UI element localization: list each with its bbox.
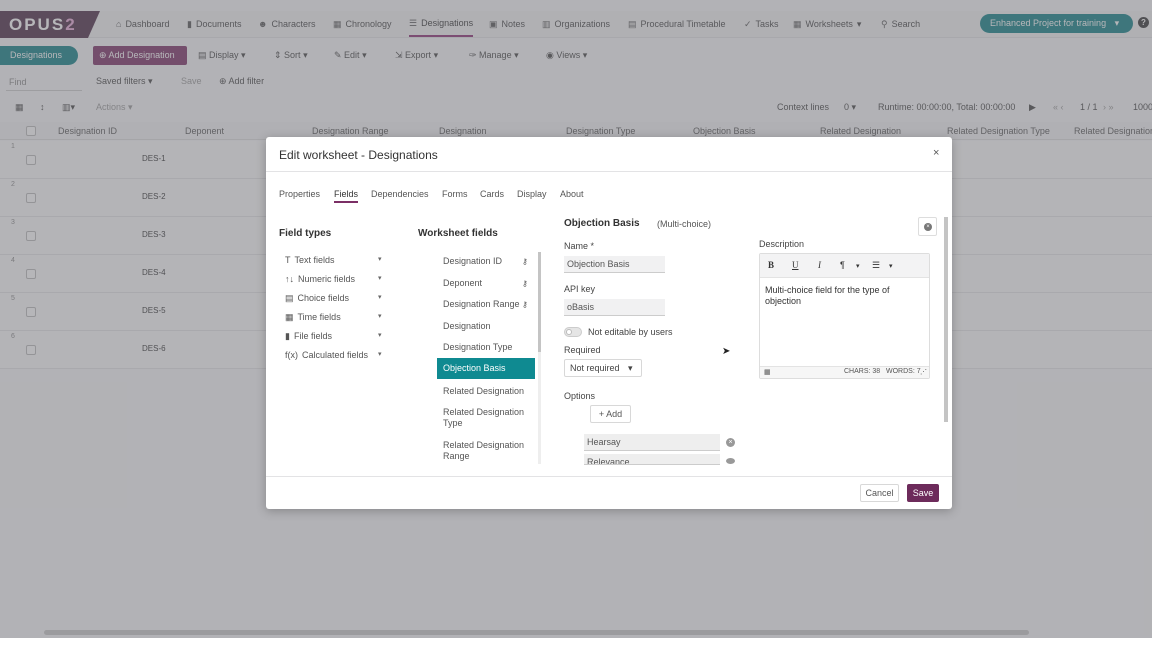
function-icon: f(x) [285,350,298,360]
divider [266,476,952,477]
close-icon[interactable]: × [933,147,939,159]
list-icon[interactable]: ☰ [872,260,880,271]
status-icon: ▦ [764,369,771,376]
required-select[interactable]: Not required ▾ [564,359,642,377]
scrollbar-thumb[interactable] [944,217,948,422]
editor-footer: ▦ CHARS: 38 WORDS: 7 ⋰ [760,366,929,378]
chars-count: CHARS: 38 [844,368,881,375]
calendar-icon: ▦ [285,311,294,322]
words-count: WORDS: 7 [886,368,921,375]
list-item[interactable]: Deponent ⚷ [437,278,535,289]
not-editable-toggle[interactable] [564,327,582,337]
remove-option-icon[interactable]: × [726,438,735,447]
cancel-button[interactable]: Cancel [860,484,899,502]
remove-field-button[interactable]: × [918,217,937,236]
tab-fields[interactable]: Fields [334,189,359,203]
key-icon: ⚷ [522,300,528,309]
chevron-down-icon: ▾ [378,313,382,320]
list-item[interactable]: Designation [437,321,535,332]
paragraph-icon[interactable]: ¶ [840,260,845,270]
modal-title: Edit worksheet - Designations [279,148,438,162]
list-item[interactable]: Designation Type [437,342,535,353]
tab-dependencies[interactable]: Dependencies [371,189,429,199]
editor-toolbar: B U I ¶ ▾ ☰ ▾ [760,254,929,278]
scrollbar-thumb[interactable] [538,252,541,352]
tab-cards[interactable]: Cards [480,189,504,199]
field-type-calculated[interactable]: f(x) Calculated fields ▾ [285,348,385,362]
field-type-label: (Multi-choice) [657,219,712,229]
chevron-down-icon: ▾ [378,275,382,282]
api-key-label: API key [564,284,596,294]
list-item[interactable]: Related Designation Type [437,407,529,429]
tab-display[interactable]: Display [517,189,547,199]
list-item[interactable]: Related Designation Range [437,440,529,462]
description-text[interactable]: Multi-choice field for the type of objec… [765,285,920,307]
field-types-heading: Field types [279,228,332,239]
key-icon: ⚷ [522,257,528,266]
field-type-time[interactable]: ▦ Time fields ▾ [285,310,385,324]
chevron-down-icon[interactable]: ▾ [889,262,893,270]
tab-about[interactable]: About [560,189,584,199]
required-label: Required [564,345,601,355]
close-circle-icon: × [924,223,932,231]
worksheet-fields-heading: Worksheet fields [418,228,498,239]
save-button[interactable]: Save [907,484,939,502]
italic-icon[interactable]: I [818,260,821,270]
bold-icon[interactable]: B [768,260,774,270]
text-icon: T [285,255,291,265]
file-icon: ▮ [285,330,290,341]
remove-option-icon[interactable] [726,458,735,464]
chevron-down-icon[interactable]: ▾ [856,262,860,270]
add-option-button[interactable]: + Add [590,405,631,423]
chevron-down-icon: ▾ [378,332,382,339]
option-field[interactable]: Relevance [584,454,720,465]
api-key-field[interactable]: oBasis [564,299,665,316]
edit-worksheet-modal: Edit worksheet - Designations × Properti… [266,137,952,509]
field-type-choice[interactable]: ▤ Choice fields ▾ [285,291,385,305]
toggle-label: Not editable by users [588,327,673,337]
chevron-down-icon: ▾ [378,351,382,358]
field-type-file[interactable]: ▮ File fields ▾ [285,329,385,343]
list-item[interactable]: Related Designation [437,386,535,397]
list-item[interactable]: Designation ID ⚷ [437,256,535,267]
numeric-icon: ↑↓ [285,274,294,284]
description-label: Description [759,239,805,249]
choice-icon: ▤ [285,292,294,303]
field-detail-title: Objection Basis [564,218,640,229]
chevron-down-icon: ▾ [378,294,382,301]
app-background: OPUS2 ⌂Dashboard ▮Documents ☻Characters … [0,0,1152,638]
name-field[interactable]: Objection Basis [564,256,665,273]
tab-forms[interactable]: Forms [442,189,468,199]
key-icon: ⚷ [522,279,528,288]
name-label: Name * [564,241,595,251]
chevron-down-icon: ▾ [378,256,382,263]
list-item[interactable]: Designation Range ⚷ [437,299,535,310]
worksheet-fields-list: Designation ID ⚷ Deponent ⚷ Designation Ra… [437,252,537,462]
field-type-numeric[interactable]: ↑↓ Numeric fields ▾ [285,272,385,286]
underline-icon[interactable]: U [792,260,799,270]
field-type-text[interactable]: T Text fields ▾ [285,253,385,267]
fields-scrollbar[interactable] [538,252,541,464]
divider [266,171,952,172]
tab-properties[interactable]: Properties [279,189,320,199]
resize-handle-icon[interactable]: ⋰ [920,368,927,376]
toggle-knob [566,329,572,335]
detail-scrollbar[interactable] [944,217,948,422]
mouse-cursor-icon: ➤ [722,346,731,357]
description-editor[interactable]: B U I ¶ ▾ ☰ ▾ Multi-choice field for the… [759,253,930,379]
option-field[interactable]: Hearsay [584,434,720,451]
list-item-selected[interactable]: Objection Basis [437,358,535,379]
chevron-down-icon: ▾ [628,363,633,373]
options-label: Options [564,391,596,401]
